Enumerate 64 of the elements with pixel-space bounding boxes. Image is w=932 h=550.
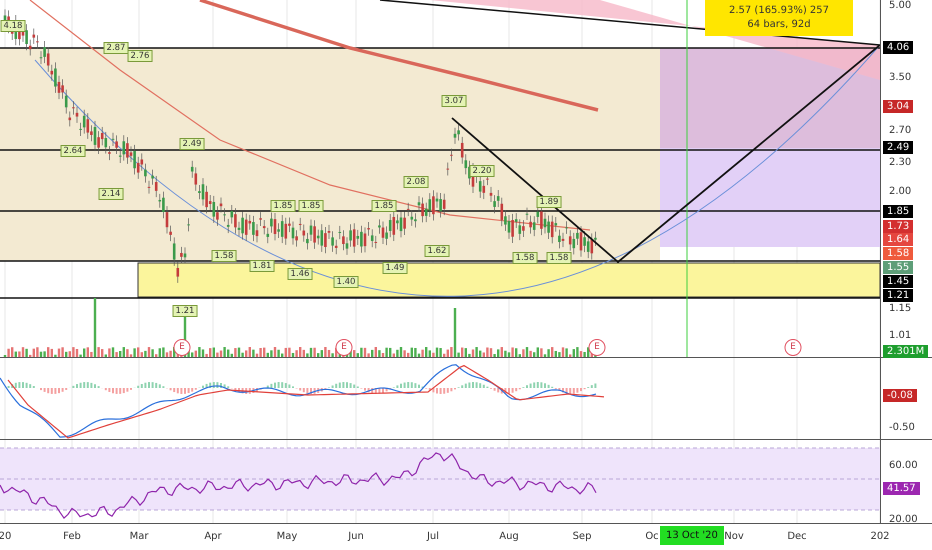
measure-text: 64 bars, 92d <box>747 18 811 32</box>
time-label: Aug <box>499 531 519 542</box>
price-callout: 2.87 <box>104 42 128 54</box>
time-label: May <box>276 531 298 542</box>
price-callout: 1.58 <box>512 252 538 264</box>
price-tag: 1.58 <box>883 247 914 260</box>
measure-text: 2.57 (165.93%) 257 <box>728 4 829 18</box>
axis-label: 3.50 <box>889 72 912 84</box>
axis-label: -0.50 <box>889 422 915 434</box>
time-label: Apr <box>204 531 222 542</box>
price-callout: 1.46 <box>288 268 312 280</box>
price-tag: 1.55 <box>883 261 914 274</box>
price-callout: 2.64 <box>60 145 86 157</box>
price-tag: -0.08 <box>883 389 917 402</box>
price-callout: 1.49 <box>382 262 408 274</box>
price-tag: 1.73 <box>883 220 914 233</box>
price-callout: 1.40 <box>334 276 358 288</box>
price-tag: 4.06 <box>883 41 914 54</box>
time-label: Nov <box>724 531 744 542</box>
price-tag: 1.45 <box>883 275 914 288</box>
axis-label: 1.15 <box>889 303 912 315</box>
time-label: Jul <box>426 531 440 542</box>
price-callout: 1.85 <box>372 200 396 212</box>
price-callout: 2.20 <box>470 165 494 177</box>
axis-label: 2.00 <box>889 186 912 198</box>
earnings-marker[interactable]: E <box>588 339 606 356</box>
date-marker-label: 13 Oct '20 <box>660 526 724 545</box>
price-tag: 2.49 <box>883 141 914 154</box>
earnings-marker[interactable]: E <box>784 339 802 356</box>
earnings-marker[interactable]: E <box>336 339 352 356</box>
price-tag: 2.301M <box>883 345 928 358</box>
price-callout: 2.08 <box>404 176 428 188</box>
time-label: 202 <box>870 531 890 542</box>
price-tag: 1.64 <box>883 233 914 246</box>
price-callout: 1.81 <box>250 260 274 272</box>
price-tag: 1.21 <box>883 289 914 302</box>
price-tag: 3.04 <box>883 100 914 113</box>
price-callout: 1.58 <box>546 252 572 264</box>
axis-label: 2.30 <box>889 157 912 169</box>
price-callout: 2.76 <box>128 50 152 62</box>
price-callout: 2.49 <box>180 138 204 150</box>
price-callout: 3.07 <box>442 95 466 107</box>
price-callout: 1.58 <box>212 250 236 262</box>
time-label: Oc <box>645 531 659 542</box>
price-callout: 1.89 <box>536 196 562 208</box>
price-callout: 1.21 <box>172 305 198 317</box>
axis-label: 2.70 <box>889 125 912 137</box>
time-label: Dec <box>787 531 807 542</box>
axis-label: 5.00 <box>889 0 912 12</box>
price-tag: 41.57 <box>883 482 920 495</box>
price-callout: 1.85 <box>298 200 324 212</box>
axis-label: 1.01 <box>889 330 912 342</box>
price-callout: 1.62 <box>424 245 450 257</box>
price-callout: 2.14 <box>98 188 124 200</box>
price-callout: 1.85 <box>270 200 296 212</box>
price-callout: 4.18 <box>0 20 26 32</box>
time-label: Feb <box>63 531 81 542</box>
price-tag: 1.85 <box>883 205 914 218</box>
axis-label: 60.00 <box>889 460 918 472</box>
time-label: Mar <box>130 531 148 542</box>
earnings-marker[interactable]: E <box>174 339 190 356</box>
axis-label: 20.00 <box>889 514 918 526</box>
time-label: Sep <box>572 531 592 542</box>
time-label: Jun <box>348 531 364 542</box>
